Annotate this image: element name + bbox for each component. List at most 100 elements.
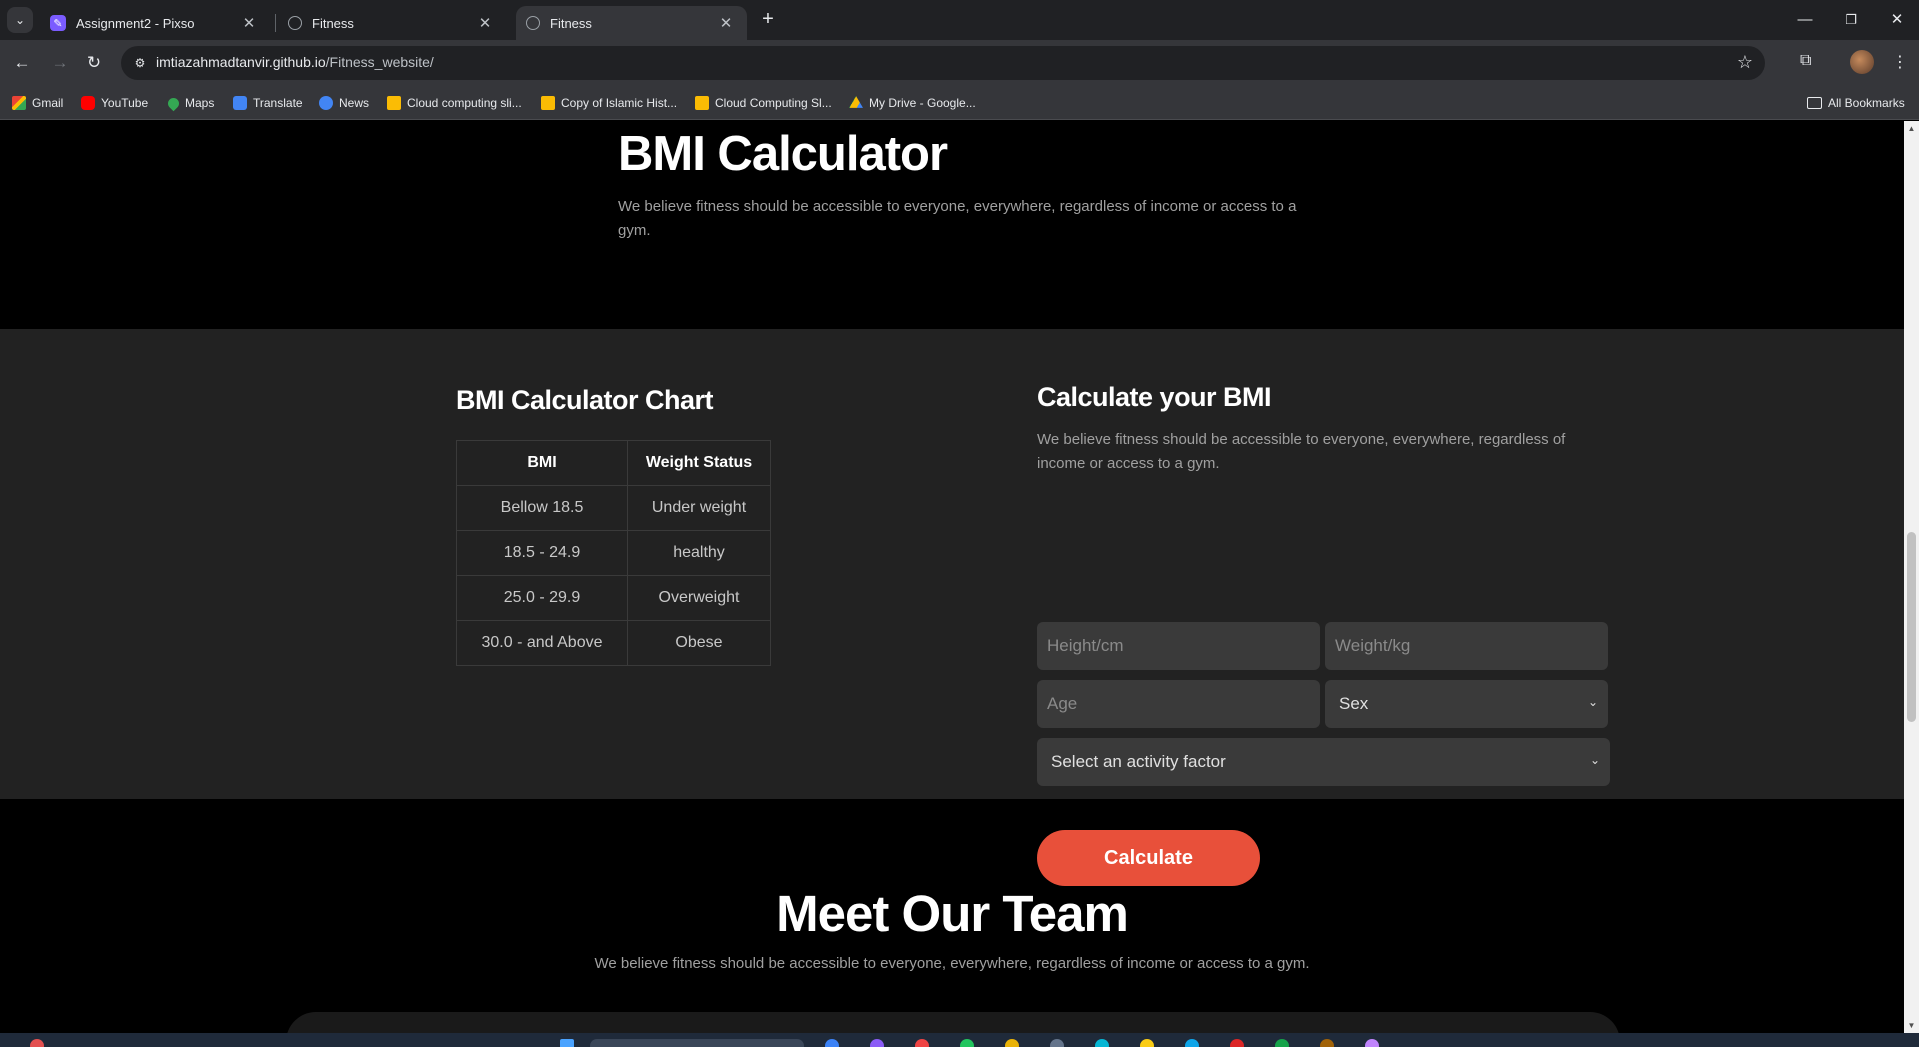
- scroll-down-arrow-icon[interactable]: ▼: [1907, 1021, 1916, 1030]
- chart-title: BMI Calculator Chart: [456, 385, 714, 415]
- app-icon[interactable]: [1095, 1039, 1109, 1047]
- extensions-icon[interactable]: ⧉: [1800, 52, 1811, 70]
- viewport: { "browser": { "tabs": [ {"title": "Assi…: [0, 0, 1919, 1047]
- table-cell: healthy: [627, 530, 771, 576]
- weight-placeholder: Weight/kg: [1335, 636, 1411, 655]
- table-cell: 25.0 - 29.9: [456, 575, 628, 621]
- forward-button[interactable]: →: [48, 51, 72, 75]
- close-icon[interactable]: ✕: [476, 14, 494, 32]
- globe-icon: [526, 16, 540, 30]
- table-row: 25.0 - 29.9 Overweight: [456, 575, 771, 621]
- bookmark-gmail[interactable]: Gmail: [12, 94, 63, 112]
- url-host: imtiazahmadtanvir.github.io: [156, 54, 326, 70]
- activity-selected-value: Select an activity factor: [1051, 752, 1226, 771]
- tab-fitness[interactable]: Fitness ✕: [278, 6, 506, 40]
- app-icon[interactable]: [915, 1039, 929, 1047]
- sex-selected-value: Sex: [1339, 694, 1369, 713]
- start-icon[interactable]: [560, 1039, 574, 1047]
- app-icon[interactable]: [1230, 1039, 1244, 1047]
- team-subtitle: We believe fitness should be accessible …: [594, 955, 1310, 972]
- calculate-button[interactable]: Calculate: [1037, 830, 1260, 886]
- address-bar[interactable]: ⚙ imtiazahmadtanvir.github.io/Fitness_we…: [121, 46, 1765, 80]
- menu-dots-icon[interactable]: ⋮: [1892, 52, 1908, 72]
- profile-avatar[interactable]: [1850, 50, 1874, 74]
- site-info-icon[interactable]: ⚙: [132, 55, 148, 71]
- close-window-button[interactable]: ✕: [1882, 8, 1912, 32]
- chevron-down-icon: ⌄: [1589, 753, 1600, 767]
- bookmark-label: Copy of Islamic Hist...: [561, 96, 678, 110]
- os-taskbar: [0, 1033, 1919, 1047]
- restore-button[interactable]: ❐: [1836, 8, 1866, 32]
- app-icon[interactable]: [1365, 1039, 1379, 1047]
- translate-icon: [233, 96, 247, 110]
- app-icon[interactable]: [825, 1039, 839, 1047]
- arrow-left-icon: ←: [13, 53, 31, 72]
- table-row: 30.0 - and Above Obese: [456, 620, 771, 666]
- all-bookmarks[interactable]: All Bookmarks: [1807, 94, 1905, 112]
- height-input[interactable]: Height/cm: [1037, 622, 1320, 670]
- bookmark-news[interactable]: News: [319, 94, 369, 112]
- bookmark-youtube[interactable]: YouTube: [81, 94, 148, 112]
- bookmark-maps[interactable]: Maps: [165, 94, 214, 112]
- table-row: Bellow 18.5 Under weight: [456, 485, 771, 531]
- reload-button[interactable]: ↻: [82, 51, 106, 75]
- back-button[interactable]: ←: [10, 51, 34, 75]
- app-icon[interactable]: [1005, 1039, 1019, 1047]
- tab-title: Fitness: [550, 15, 592, 31]
- scroll-up-arrow-icon[interactable]: ▲: [1907, 124, 1916, 133]
- table-cell: Under weight: [627, 485, 771, 531]
- bookmark-label: Cloud Computing Sl...: [715, 96, 832, 110]
- chevron-down-icon: ⌄: [14, 13, 26, 27]
- bookmark-cloud-computing-sl[interactable]: Cloud Computing Sl...: [695, 94, 832, 112]
- app-icon[interactable]: [1275, 1039, 1289, 1047]
- bookmark-star-icon[interactable]: ☆: [1737, 52, 1753, 73]
- pixso-icon: ✎: [50, 15, 66, 31]
- app-icon[interactable]: [870, 1039, 884, 1047]
- scrollbar-thumb[interactable]: [1907, 532, 1916, 722]
- url-text: imtiazahmadtanvir.github.io/Fitness_webs…: [156, 54, 434, 70]
- gmail-icon: [12, 96, 26, 110]
- slides-icon: [541, 96, 555, 110]
- youtube-icon: [81, 96, 95, 110]
- calculator-subtitle: We believe fitness should be accessible …: [1037, 431, 1566, 472]
- app-icon[interactable]: [960, 1039, 974, 1047]
- weight-input[interactable]: Weight/kg: [1325, 622, 1608, 670]
- bookmark-islamic-history[interactable]: Copy of Islamic Hist...: [541, 94, 677, 112]
- bookmark-label: YouTube: [101, 96, 149, 110]
- close-icon[interactable]: ✕: [240, 14, 258, 32]
- folder-icon: [1807, 97, 1822, 109]
- bookmark-translate[interactable]: Translate: [233, 94, 303, 112]
- bookmark-label: Translate: [253, 96, 303, 110]
- table-cell: 18.5 - 24.9: [456, 530, 628, 576]
- bookmark-cloud-computing-slides[interactable]: Cloud computing sli...: [387, 94, 522, 112]
- globe-icon: [288, 16, 302, 30]
- tab-title: Assignment2 - Pixso: [76, 15, 195, 31]
- plus-icon: +: [762, 8, 774, 30]
- tab-fitness-active[interactable]: Fitness ✕: [516, 6, 747, 40]
- slides-icon: [695, 96, 709, 110]
- app-icon[interactable]: [1185, 1039, 1199, 1047]
- age-placeholder: Age: [1047, 694, 1078, 713]
- bookmark-my-drive[interactable]: My Drive - Google...: [849, 94, 976, 112]
- tab-divider: [275, 14, 276, 32]
- app-icon[interactable]: [1320, 1039, 1334, 1047]
- url-path: /Fitness_website/: [325, 54, 434, 70]
- new-tab-button[interactable]: +: [757, 9, 779, 31]
- tab-search-button[interactable]: ⌄: [7, 7, 33, 33]
- bookmark-label: All Bookmarks: [1828, 96, 1905, 110]
- page-scrollbar[interactable]: ▲ ▼: [1904, 121, 1919, 1033]
- news-icon: [319, 96, 333, 110]
- notification-icon[interactable]: [30, 1039, 44, 1047]
- tab-assignment2-pixso[interactable]: ✎ Assignment2 - Pixso ✕: [40, 6, 270, 40]
- app-icon[interactable]: [1050, 1039, 1064, 1047]
- reload-icon: ↻: [86, 53, 102, 72]
- activity-factor-select[interactable]: Select an activity factor ⌄: [1037, 738, 1610, 786]
- bookmark-label: My Drive - Google...: [869, 96, 976, 110]
- close-icon[interactable]: ✕: [717, 14, 735, 32]
- age-input[interactable]: Age: [1037, 680, 1320, 728]
- sex-select[interactable]: Sex ⌄: [1325, 680, 1608, 728]
- minimize-button[interactable]: —: [1790, 8, 1820, 32]
- taskbar-search[interactable]: [590, 1039, 804, 1047]
- app-icon[interactable]: [1140, 1039, 1154, 1047]
- column-header: BMI: [456, 440, 628, 486]
